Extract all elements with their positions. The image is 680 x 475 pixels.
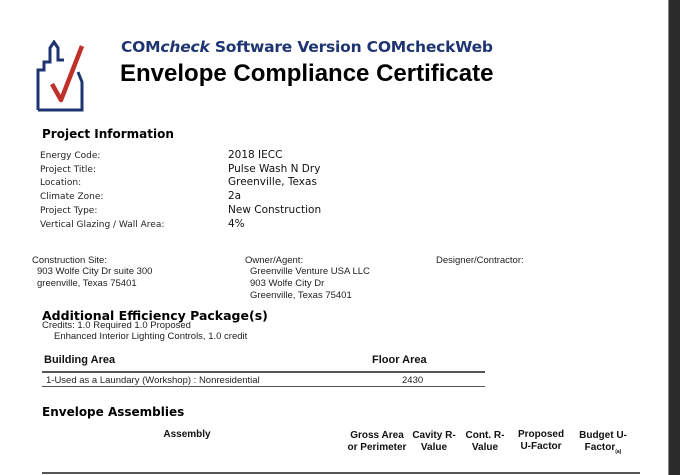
col-cavity-r: Cavity R-Value <box>412 430 456 453</box>
project-info-label: Climate Zone: <box>40 192 104 203</box>
project-info-heading: Project Information <box>42 127 174 141</box>
col-cont-r: Cont. R-Value <box>465 430 505 453</box>
efficiency-credits: Credits: 1.0 Required 1.0 Proposed <box>42 320 191 331</box>
scrollbar[interactable] <box>668 0 680 475</box>
col-proposed-u: Proposed U-Factor <box>517 429 565 452</box>
owner-line: 903 Wolfe City Dr <box>250 278 325 289</box>
software-version: COMcheck Software Version COMcheckWeb <box>121 38 493 56</box>
comcheck-logo-icon <box>36 40 85 112</box>
owner-line: Greenville Venture USA LLC <box>250 266 370 277</box>
project-info-label: Location: <box>40 178 82 189</box>
site-label: Construction Site: <box>32 255 107 266</box>
project-info-value: New Construction <box>228 203 322 216</box>
owner-label: Owner/Agent: <box>245 255 304 266</box>
project-info-value: Pulse Wash N Dry <box>228 162 321 175</box>
site-line: 903 Wolfe City Dr suite 300 <box>37 266 153 277</box>
table-rule <box>42 386 485 387</box>
project-info-value: Greenville, Texas <box>228 176 317 189</box>
project-info-value: 4% <box>228 217 245 230</box>
project-info-value: 2018 IECC <box>228 149 283 161</box>
site-line: greenville, Texas 75401 <box>37 278 137 289</box>
project-info-value: 2a <box>228 190 242 203</box>
building-area-cell: 1-Used as a Laundary (Workshop) : Nonres… <box>46 375 260 386</box>
table-rule <box>42 472 640 474</box>
designer-label: Designer/Contractor: <box>436 255 524 266</box>
owner-line: Greenville, Texas 75401 <box>250 290 352 301</box>
floor-area-cell: 2430 <box>402 375 424 386</box>
table-rule <box>42 371 485 373</box>
page-title: Envelope Compliance Certificate <box>120 60 494 87</box>
col-building-area: Building Area <box>44 354 116 366</box>
project-info-label: Project Title: <box>40 164 96 175</box>
envelope-heading: Envelope Assemblies <box>42 405 185 419</box>
col-assembly: Assembly <box>163 429 211 440</box>
efficiency-item: Enhanced Interior Lighting Controls, 1.0… <box>54 331 248 342</box>
col-floor-area: Floor Area <box>372 354 427 366</box>
col-gross-area: Gross Area or Perimeter <box>347 430 407 453</box>
project-info-label: Project Type: <box>40 205 98 216</box>
col-budget-u: Budget U-Factor(a) <box>579 430 627 455</box>
project-info-label: Energy Code: <box>40 151 101 161</box>
project-info-label: Vertical Glazing / Wall Area: <box>40 219 165 230</box>
